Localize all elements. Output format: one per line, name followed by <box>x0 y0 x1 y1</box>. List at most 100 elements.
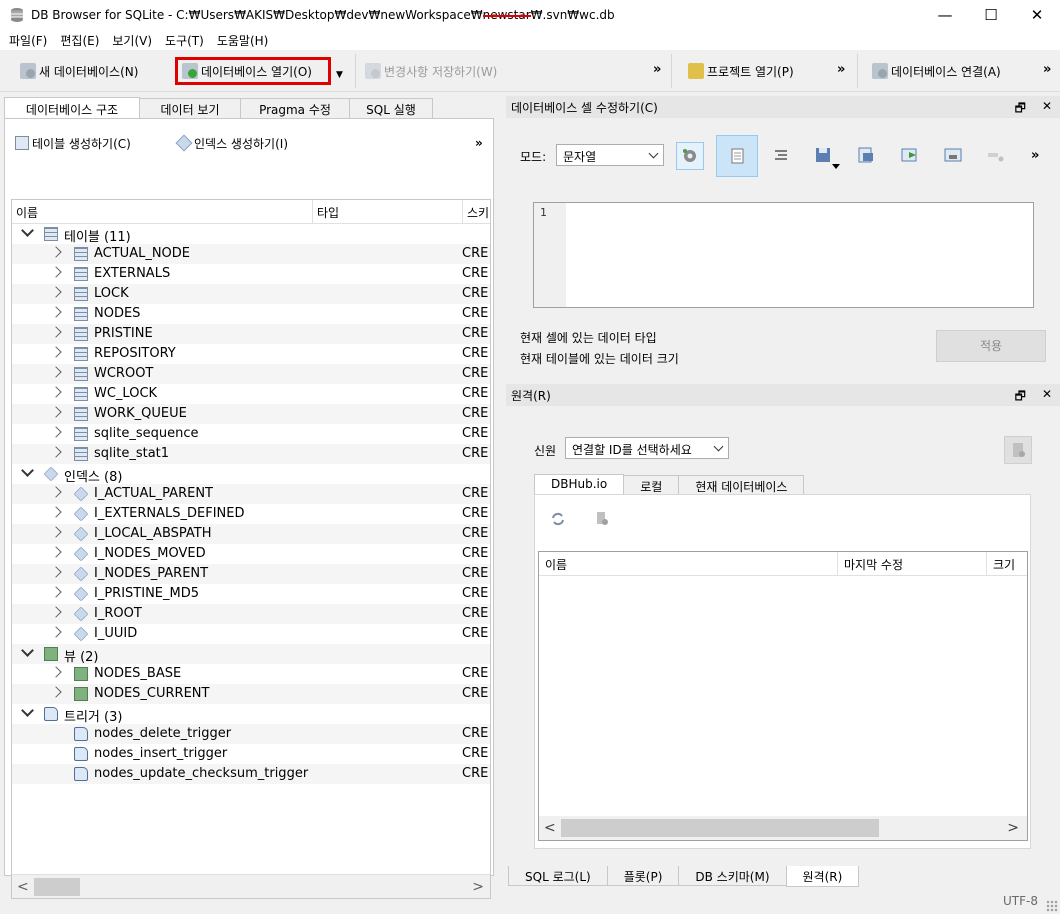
tree-item[interactable]: WORK_QUEUE CRE <box>12 404 490 424</box>
tab-sql-log[interactable]: SQL 로그(L) <box>508 866 608 886</box>
tree-item[interactable]: NODES_BASE CRE <box>12 664 490 684</box>
chevron-right-icon[interactable] <box>52 507 62 517</box>
chevron-right-icon[interactable] <box>52 327 62 337</box>
column-header-name[interactable]: 이름 <box>545 556 567 573</box>
tab-database-structure[interactable]: 데이터베이스 구조 <box>4 97 140 118</box>
tree-item[interactable]: I_NODES_MOVED CRE <box>12 544 490 564</box>
tree-item[interactable]: I_EXTERNALS_DEFINED CRE <box>12 504 490 524</box>
menu-file[interactable]: 파일(F) <box>4 32 55 49</box>
write-changes-button[interactable]: 변경사항 저장하기(W) <box>365 60 497 82</box>
minimize-button[interactable]: — <box>922 0 968 30</box>
tree-group-trigger[interactable]: 트리거 (3) <box>12 704 490 725</box>
create-index-button[interactable]: 인덱스 생성하기(I) <box>175 133 288 153</box>
menu-view[interactable]: 보기(V) <box>107 32 160 49</box>
column-header-type[interactable]: 타입 <box>317 204 339 221</box>
remote-list-horizontal-scrollbar[interactable]: < > <box>539 816 1027 840</box>
tab-edit-pragmas[interactable]: Pragma 수정 <box>240 98 350 118</box>
maximize-button[interactable]: ☐ <box>968 0 1014 30</box>
export-to-file-button[interactable] <box>852 142 880 170</box>
tree-item[interactable]: LOCK CRE <box>12 284 490 304</box>
menu-tools[interactable]: 도구(T) <box>160 32 212 49</box>
resize-grip-icon[interactable] <box>1046 900 1058 912</box>
column-header-schema[interactable]: 스키 <box>467 204 489 221</box>
tree-item[interactable]: I_NODES_PARENT CRE <box>12 564 490 584</box>
apply-button[interactable]: 적용 <box>936 330 1046 362</box>
chevron-right-icon[interactable] <box>52 307 62 317</box>
chevron-right-icon[interactable] <box>52 527 62 537</box>
chevron-right-icon[interactable] <box>52 367 62 377</box>
tab-plot[interactable]: 플롯(P) <box>606 866 680 886</box>
chevron-down-icon[interactable] <box>22 227 32 237</box>
tree-item[interactable]: PRISTINE CRE <box>12 324 490 344</box>
scroll-thumb[interactable] <box>561 819 879 837</box>
menu-edit[interactable]: 편집(E) <box>55 32 107 49</box>
tree-item[interactable]: NODES CRE <box>12 304 490 324</box>
tree-item[interactable]: REPOSITORY CRE <box>12 344 490 364</box>
chevron-right-icon[interactable] <box>52 267 62 277</box>
float-dock-icon[interactable]: 🗗 <box>1015 387 1026 408</box>
scroll-left-icon[interactable]: < <box>544 820 556 836</box>
word-wrap-button[interactable] <box>716 135 758 177</box>
close-dock-icon[interactable]: ✕ <box>1042 387 1052 408</box>
chevron-right-icon[interactable] <box>52 387 62 397</box>
chevron-right-icon[interactable] <box>52 627 62 637</box>
close-window-button[interactable]: ✕ <box>1014 0 1060 30</box>
schema-tree[interactable]: 이름 타입 스키 테이블 (11) ACTUAL_NODE CRE EXTERNALS… <box>11 199 491 899</box>
tree-group-view[interactable]: 뷰 (2) <box>12 644 490 665</box>
tree-item[interactable]: nodes_update_checksum_trigger CRE <box>12 764 490 784</box>
chevron-right-icon[interactable] <box>52 247 62 257</box>
structure-toolbar-overflow[interactable]: » <box>475 133 483 153</box>
edit-cell-toolbar-overflow[interactable]: » <box>1031 148 1040 163</box>
tree-item[interactable]: WCROOT CRE <box>12 364 490 384</box>
tree-group-index[interactable]: 인덱스 (8) <box>12 464 490 485</box>
tree-group-table[interactable]: 테이블 (11) <box>12 224 490 245</box>
chevron-right-icon[interactable] <box>52 427 62 437</box>
chevron-right-icon[interactable] <box>52 587 62 597</box>
tab-current-database[interactable]: 현재 데이터베이스 <box>678 475 805 495</box>
tab-local[interactable]: 로컬 <box>623 475 680 495</box>
chevron-right-icon[interactable] <box>52 287 62 297</box>
float-dock-icon[interactable]: 🗗 <box>1015 99 1026 120</box>
chevron-right-icon[interactable] <box>52 667 62 677</box>
tree-item[interactable]: sqlite_stat1 CRE <box>12 444 490 464</box>
tree-item[interactable]: WC_LOCK CRE <box>12 384 490 404</box>
tree-item[interactable]: nodes_insert_trigger CRE <box>12 744 490 764</box>
chevron-down-icon[interactable] <box>22 647 32 657</box>
toolbar-overflow-3[interactable]: » <box>1043 62 1052 77</box>
tree-item[interactable]: I_ACTUAL_PARENT CRE <box>12 484 490 504</box>
menu-help[interactable]: 도움말(H) <box>212 32 277 49</box>
chevron-down-icon[interactable] <box>22 707 32 717</box>
attach-database-button[interactable]: 데이터베이스 연결(A) <box>872 60 1001 82</box>
chevron-down-icon[interactable] <box>22 467 32 477</box>
tab-browse-data[interactable]: 데이터 보기 <box>139 98 241 118</box>
tab-db-schema[interactable]: DB 스키마(M) <box>678 866 787 886</box>
tree-item[interactable]: I_PRISTINE_MD5 CRE <box>12 584 490 604</box>
tree-item[interactable]: I_UUID CRE <box>12 624 490 644</box>
tree-item[interactable]: sqlite_sequence CRE <box>12 424 490 444</box>
tree-item[interactable]: ACTUAL_NODE CRE <box>12 244 490 264</box>
chevron-right-icon[interactable] <box>52 347 62 357</box>
auto-switch-mode-button[interactable] <box>676 142 704 170</box>
create-table-button[interactable]: 테이블 생성하기(C) <box>15 133 131 153</box>
tree-item[interactable]: NODES_CURRENT CRE <box>12 684 490 704</box>
identity-select[interactable]: 연결할 ID를 선택하세요 <box>565 437 729 459</box>
chevron-right-icon[interactable] <box>52 487 62 497</box>
remote-file-list[interactable]: 이름 마지막 수정 크기 < > <box>538 551 1028 841</box>
set-null-button[interactable] <box>940 142 968 170</box>
clone-database-icon[interactable] <box>593 510 611 528</box>
chevron-right-icon[interactable] <box>52 547 62 557</box>
upload-database-button[interactable] <box>1004 436 1032 464</box>
toolbar-overflow-1[interactable]: » <box>653 62 662 77</box>
tree-item[interactable]: I_LOCAL_ABSPATH CRE <box>12 524 490 544</box>
toolbar-overflow-2[interactable]: » <box>837 62 846 77</box>
tab-remote[interactable]: 원격(R) <box>785 866 860 887</box>
auto-format-button[interactable] <box>768 142 796 170</box>
import-from-file-button[interactable] <box>896 142 924 170</box>
chevron-right-icon[interactable] <box>52 607 62 617</box>
tab-execute-sql[interactable]: SQL 실행 <box>349 98 433 118</box>
close-dock-icon[interactable]: ✕ <box>1042 99 1052 120</box>
tree-item[interactable]: nodes_delete_trigger CRE <box>12 724 490 744</box>
open-project-button[interactable]: 프로젝트 열기(P) <box>688 60 794 82</box>
open-database-dropdown[interactable]: ▼ <box>336 64 343 86</box>
new-database-button[interactable]: 새 데이터베이스(N) <box>20 60 138 82</box>
